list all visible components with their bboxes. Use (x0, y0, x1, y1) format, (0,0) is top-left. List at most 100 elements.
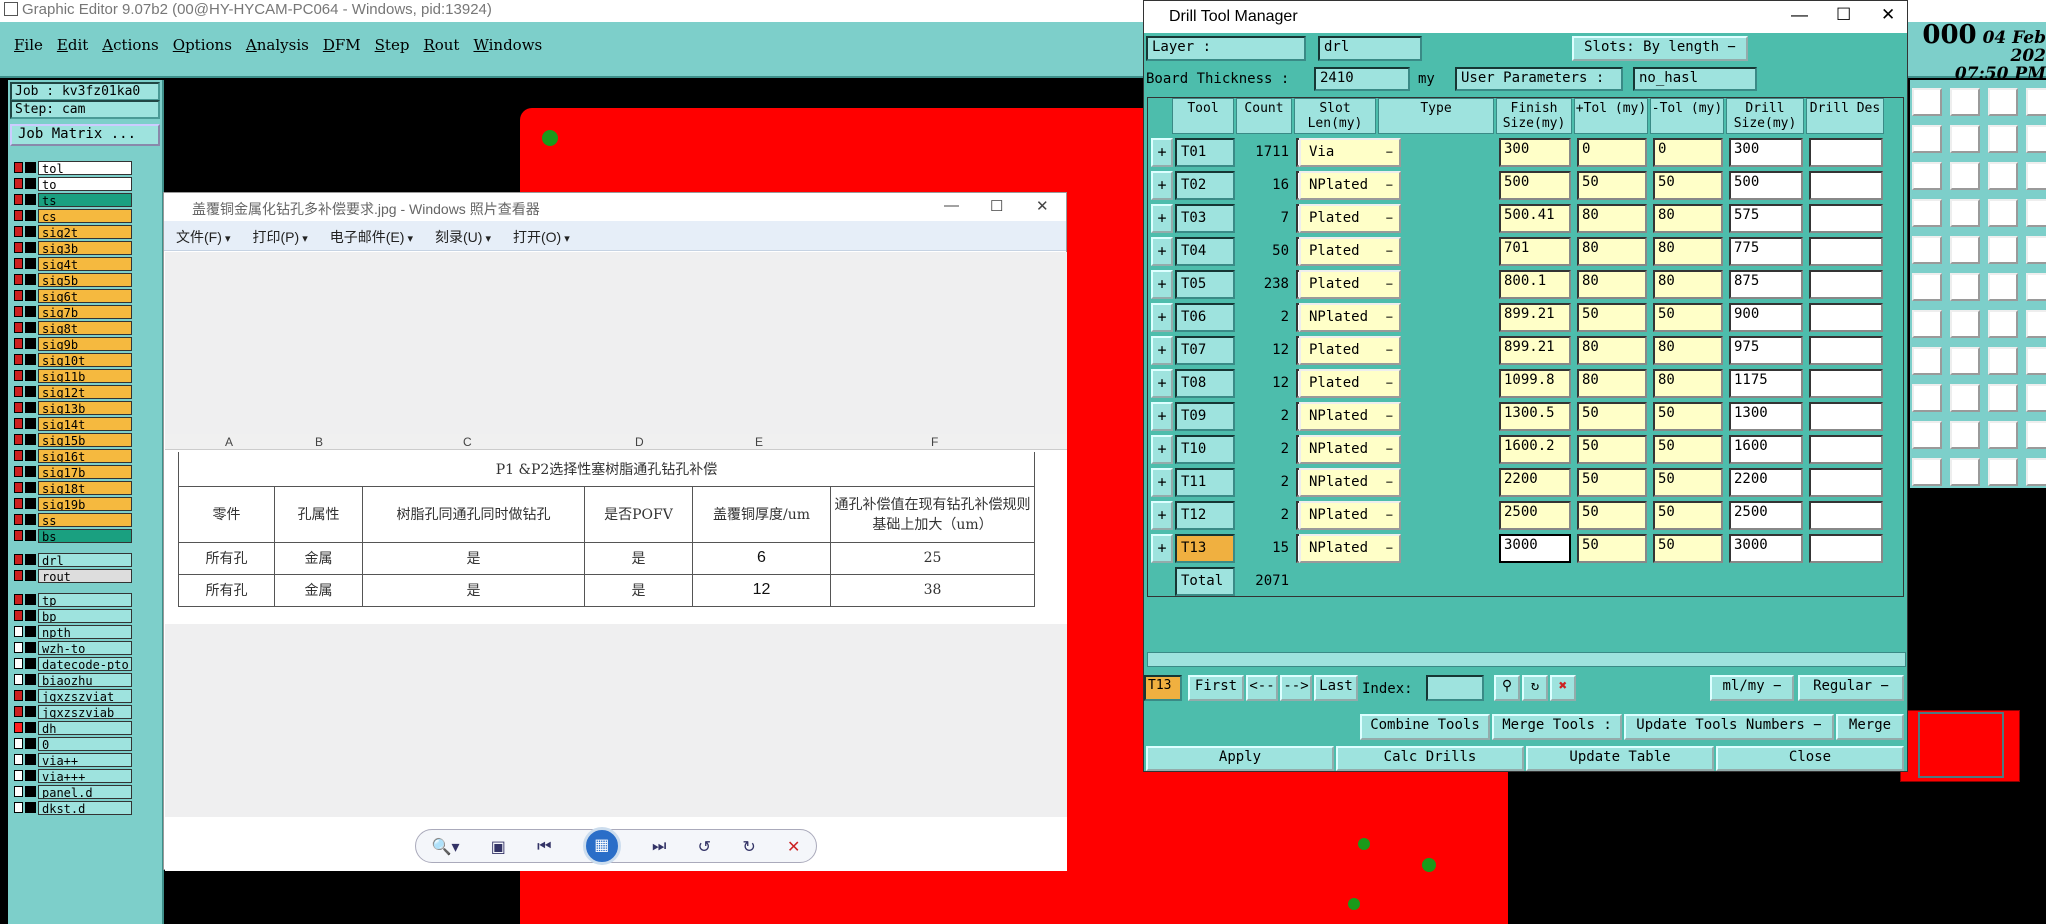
clear-icon[interactable]: ✖ (1550, 675, 1576, 701)
tool-button[interactable] (1950, 162, 1980, 190)
layer-checkbox[interactable] (14, 178, 23, 189)
tool-button[interactable] (1988, 310, 2018, 338)
layer-checkbox[interactable] (14, 386, 23, 397)
update-table-button[interactable]: Update Table (1526, 746, 1714, 771)
slideshow-button[interactable]: ▦ (582, 827, 621, 865)
layer-checkbox[interactable] (14, 530, 23, 541)
layer-row[interactable]: via++ (14, 752, 132, 767)
tool-id[interactable]: T01 (1175, 138, 1235, 167)
layer-row[interactable]: via+++ (14, 768, 132, 783)
tool-button[interactable] (1988, 125, 2018, 153)
layer-row[interactable]: sig12t (14, 384, 132, 399)
drill-des-field[interactable] (1809, 501, 1883, 530)
layer-checkbox[interactable] (14, 570, 23, 581)
plus-tol-field[interactable]: 50 (1577, 435, 1647, 464)
finish-size-field[interactable]: 899.21 (1499, 303, 1571, 332)
layer-checkbox[interactable] (14, 450, 23, 461)
drill-des-field[interactable] (1809, 336, 1883, 365)
drill-size-field[interactable]: 575 (1729, 204, 1803, 233)
layer-row[interactable]: sig14t (14, 416, 132, 431)
drill-des-field[interactable] (1809, 171, 1883, 200)
layer-checkbox[interactable] (14, 514, 23, 525)
tool-button[interactable] (1988, 236, 2018, 264)
prev-button[interactable]: <-- (1246, 675, 1278, 701)
tool-button[interactable] (1912, 384, 1942, 412)
layer-checkbox[interactable] (14, 482, 23, 493)
user-parameters-field[interactable]: no_hasl (1633, 67, 1757, 91)
plus-tol-field[interactable]: 80 (1577, 237, 1647, 266)
minus-tol-field[interactable]: 50 (1653, 534, 1723, 563)
layer-checkbox[interactable] (14, 290, 23, 301)
tool-id[interactable]: T04 (1175, 237, 1235, 266)
index-field[interactable] (1426, 675, 1484, 701)
type-selector[interactable]: NPlated (1299, 435, 1401, 464)
drill-des-field[interactable] (1809, 402, 1883, 431)
tool-button[interactable] (1912, 458, 1942, 486)
finish-size-field[interactable]: 300 (1499, 138, 1571, 167)
type-selector[interactable]: Plated (1299, 237, 1401, 266)
expand-icon[interactable]: + (1151, 402, 1173, 431)
plus-tol-field[interactable]: 50 (1577, 468, 1647, 497)
layer-row[interactable]: wzh-to (14, 640, 132, 655)
pv-menu-item[interactable]: 刻录(U) (435, 227, 491, 250)
minus-tol-field[interactable]: 50 (1653, 501, 1723, 530)
layer-checkbox[interactable] (14, 754, 23, 765)
delete-icon[interactable]: ✕ (787, 837, 800, 856)
layer-row[interactable]: bs (14, 528, 132, 543)
layer-row[interactable]: biaozhu (14, 672, 132, 687)
slots-selector[interactable]: Slots: By length − (1572, 36, 1748, 61)
actual-size-icon[interactable]: ▣ (491, 837, 506, 856)
expand-icon[interactable]: + (1151, 534, 1173, 563)
layer-checkbox[interactable] (14, 658, 23, 669)
layer-checkbox[interactable] (14, 402, 23, 413)
finish-size-field[interactable]: 500.41 (1499, 204, 1571, 233)
layer-checkbox[interactable] (14, 610, 23, 621)
menu-edit[interactable]: Edit (57, 36, 88, 64)
layer-row[interactable]: sig11b (14, 368, 132, 383)
drill-des-field[interactable] (1809, 369, 1883, 398)
pv-menu-item[interactable]: 打印(P) (252, 227, 307, 250)
drill-des-field[interactable] (1809, 270, 1883, 299)
tool-button[interactable] (1950, 199, 1980, 227)
menu-analysis[interactable]: Analysis (246, 36, 309, 64)
drill-des-field[interactable] (1809, 468, 1883, 497)
layer-checkbox[interactable] (14, 642, 23, 653)
tool-button[interactable] (1988, 162, 2018, 190)
minus-tol-field[interactable]: 80 (1653, 336, 1723, 365)
finish-size-field[interactable]: 2500 (1499, 501, 1571, 530)
tool-button[interactable] (1912, 310, 1942, 338)
layer-checkbox[interactable] (14, 194, 23, 205)
layer-row[interactable]: tol (14, 160, 132, 175)
minus-tol-field[interactable]: 50 (1653, 402, 1723, 431)
drill-des-field[interactable] (1809, 237, 1883, 266)
minus-tol-field[interactable]: 80 (1653, 204, 1723, 233)
tool-button[interactable] (1950, 88, 1980, 116)
layer-row[interactable]: rout (14, 568, 132, 583)
tool-button[interactable] (1950, 273, 1980, 301)
tool-button[interactable] (2026, 421, 2046, 449)
layer-row[interactable]: cs (14, 208, 132, 223)
minus-tol-field[interactable]: 80 (1653, 369, 1723, 398)
layer-row[interactable]: sig9b (14, 336, 132, 351)
minus-tol-field[interactable]: 0 (1653, 138, 1723, 167)
tool-button[interactable] (1950, 384, 1980, 412)
tool-button[interactable] (1988, 199, 2018, 227)
combine-tools-button[interactable]: Combine Tools (1360, 714, 1490, 740)
finish-size-field[interactable]: 800.1 (1499, 270, 1571, 299)
layer-row[interactable]: sig19b (14, 496, 132, 511)
menu-options[interactable]: Options (173, 36, 232, 64)
last-button[interactable]: Last (1314, 675, 1358, 701)
pv-menu-item[interactable]: 电子邮件(E) (330, 227, 413, 250)
minus-tol-field[interactable]: 50 (1653, 303, 1723, 332)
layer-row[interactable]: sig4t (14, 256, 132, 271)
tool-id[interactable]: T05 (1175, 270, 1235, 299)
layer-checkbox[interactable] (14, 306, 23, 317)
close-icon[interactable]: ✕ (1881, 5, 1895, 25)
expand-icon[interactable]: + (1151, 138, 1173, 167)
layer-checkbox[interactable] (14, 466, 23, 477)
tool-button[interactable] (1950, 421, 1980, 449)
layer-row[interactable]: jgxzszviab (14, 704, 132, 719)
first-button[interactable]: First (1188, 675, 1244, 701)
drill-des-field[interactable] (1809, 138, 1883, 167)
tool-button[interactable] (2026, 458, 2046, 486)
